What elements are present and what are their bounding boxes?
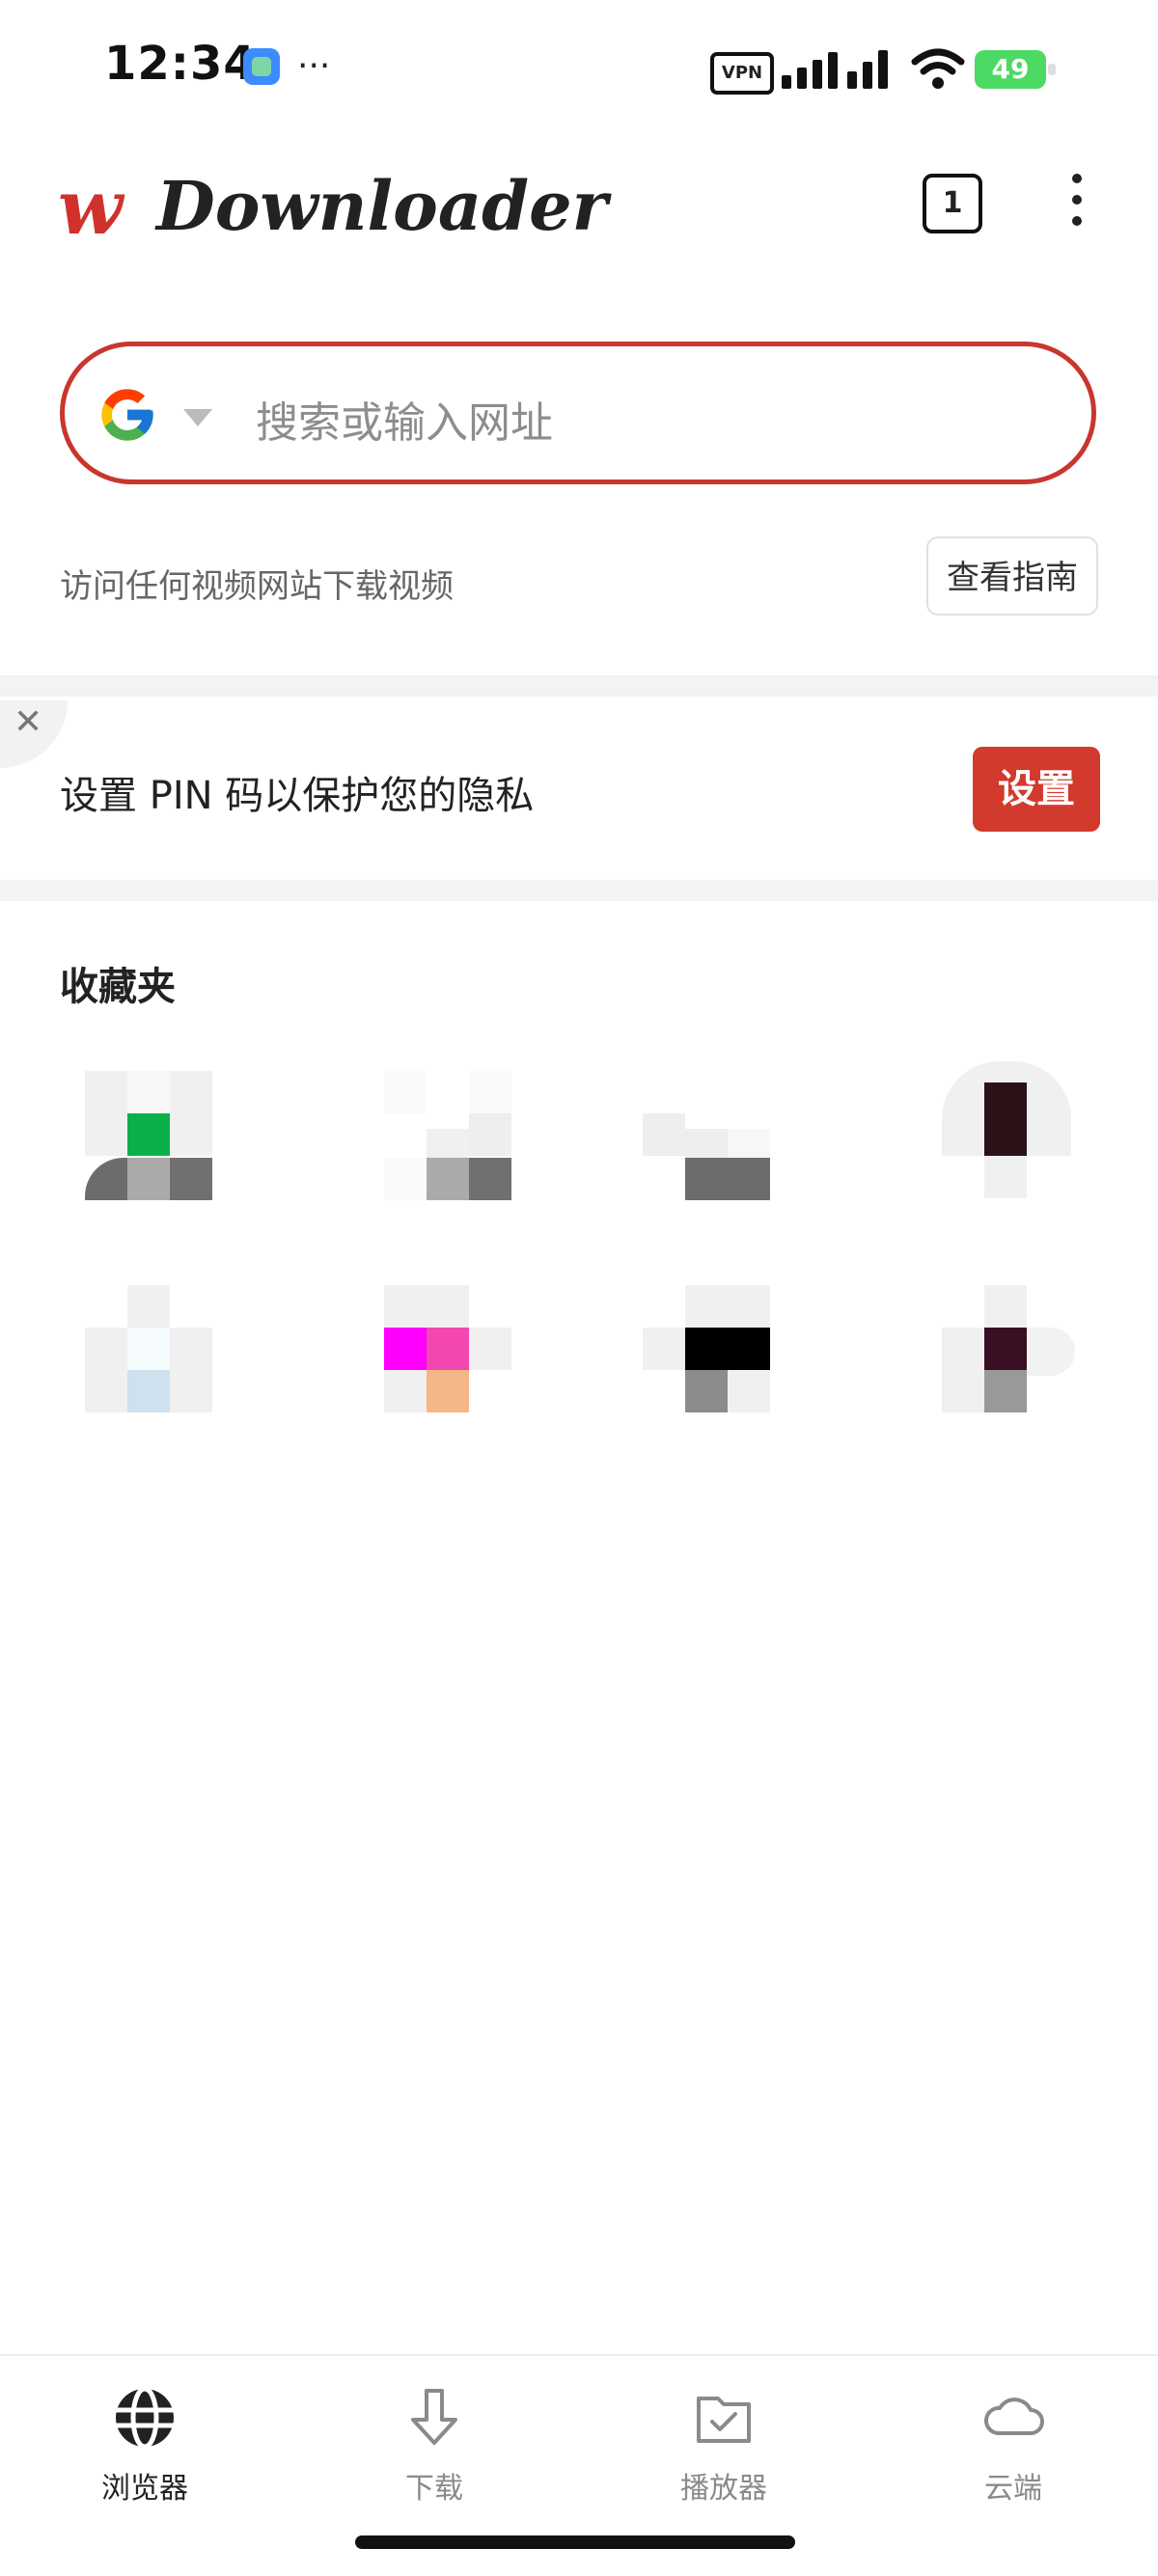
nav-label: 播放器 <box>680 2472 767 2506</box>
nav-label: 浏览器 <box>101 2472 188 2506</box>
favorite-site-1[interactable] <box>85 1071 214 1200</box>
battery-level: 49 <box>991 53 1030 85</box>
cellular-signal-icon <box>782 50 888 89</box>
set-pin-button[interactable]: 设置 <box>973 747 1100 832</box>
close-banner-button[interactable]: ✕ <box>0 700 68 768</box>
nav-player[interactable]: 播放器 <box>627 2383 820 2507</box>
wifi-icon <box>911 48 965 89</box>
app-notification-icon <box>243 48 280 85</box>
view-guide-button[interactable]: 查看指南 <box>926 536 1098 616</box>
home-indicator[interactable] <box>355 2535 795 2549</box>
hint-text: 访问任何视频网站下载视频 <box>60 567 454 606</box>
more-notifications-icon: ··· <box>297 46 331 86</box>
status-time: 12:34 <box>104 37 257 91</box>
pin-banner-text: 设置 PIN 码以保护您的隐私 <box>60 774 535 818</box>
favorites-title: 收藏夹 <box>60 965 176 1009</box>
nav-cloud[interactable]: 云端 <box>917 2383 1110 2507</box>
favorite-site-3[interactable] <box>643 1071 772 1200</box>
search-input[interactable] <box>60 342 1096 484</box>
folder-check-icon <box>697 2397 751 2443</box>
favorite-site-5[interactable] <box>85 1285 214 1414</box>
google-icon[interactable] <box>96 384 158 446</box>
download-arrow-icon <box>411 2389 457 2445</box>
globe-icon <box>116 2386 174 2450</box>
nav-label: 云端 <box>984 2472 1042 2506</box>
battery-icon: 49 <box>975 50 1056 89</box>
favorite-site-2[interactable] <box>384 1071 513 1200</box>
nav-browser[interactable]: 浏览器 <box>48 2383 241 2507</box>
favorite-site-6[interactable] <box>384 1285 513 1414</box>
tabs-button[interactable]: 1 <box>923 174 982 233</box>
nav-downloads[interactable]: 下载 <box>338 2383 531 2507</box>
more-menu-icon[interactable] <box>1065 174 1089 232</box>
logo-w: w <box>58 164 124 252</box>
close-icon[interactable]: ✕ <box>14 702 42 742</box>
chevron-down-icon[interactable] <box>183 409 212 426</box>
divider <box>0 880 1158 901</box>
divider <box>0 675 1158 697</box>
favorite-site-7[interactable] <box>643 1285 772 1414</box>
favorite-site-8[interactable] <box>942 1285 1075 1414</box>
app-logo: Downloader <box>156 166 608 246</box>
vpn-icon: VPN <box>710 52 774 95</box>
nav-label: 下载 <box>405 2472 463 2506</box>
bottom-nav-divider <box>0 2354 1158 2356</box>
search-placeholder[interactable]: 搜索或输入网址 <box>256 388 553 450</box>
cloud-icon <box>984 2398 1044 2435</box>
favorite-site-4[interactable] <box>942 1061 1071 1198</box>
